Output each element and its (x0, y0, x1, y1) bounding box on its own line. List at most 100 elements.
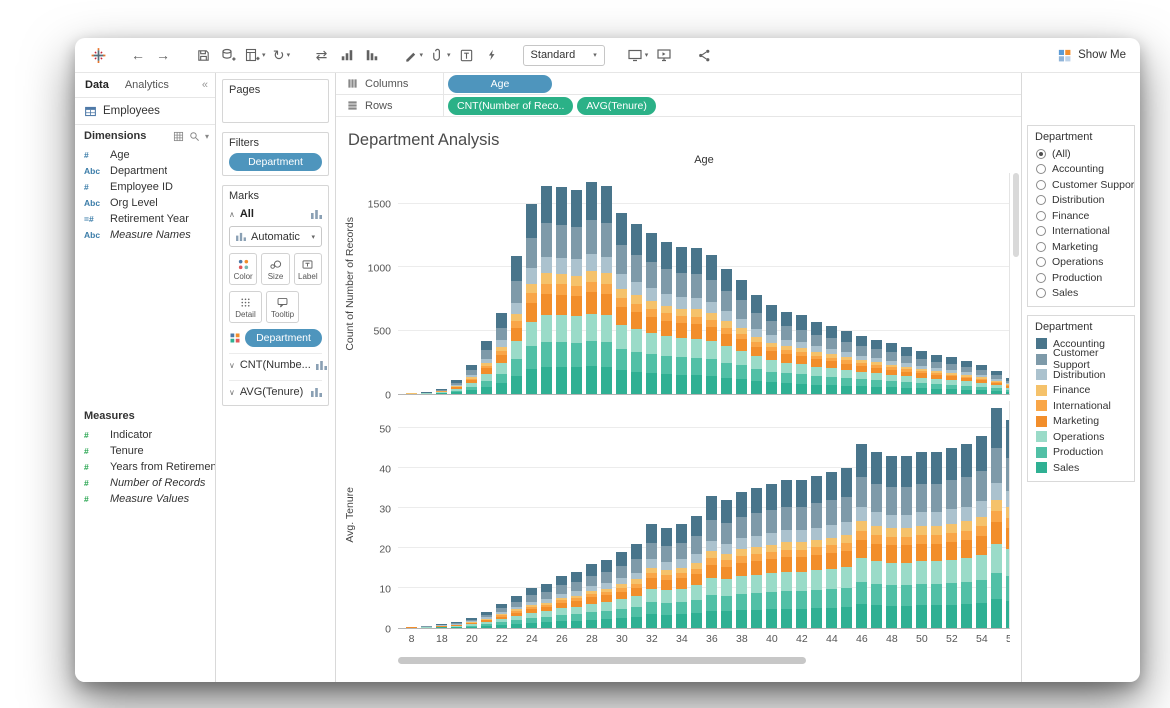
segment-marketing[interactable] (571, 296, 582, 316)
segment-international[interactable] (751, 554, 762, 561)
bar-age-37[interactable] (721, 269, 732, 395)
segment-distribution[interactable] (661, 562, 672, 570)
segment-distribution[interactable] (736, 538, 747, 549)
bar-age-49[interactable] (901, 456, 912, 628)
size-button[interactable]: Size (261, 253, 289, 285)
segment-sales[interactable] (526, 369, 537, 394)
segment-production[interactable] (781, 373, 792, 383)
segment-operations[interactable] (646, 333, 657, 354)
marks-measure-card-cnt[interactable]: ∨ CNT(Numbe... (229, 353, 322, 374)
field-employee-id[interactable]: #Employee ID (75, 179, 215, 195)
segment-sales[interactable] (691, 613, 702, 628)
refresh-icon[interactable]: ↻▾ (273, 45, 291, 65)
segment-sales[interactable] (976, 603, 987, 628)
segment-marketing[interactable] (766, 559, 777, 573)
filter-option-finance[interactable]: Finance (1028, 208, 1134, 224)
segment-distribution[interactable] (706, 541, 717, 552)
segment-operations[interactable] (691, 585, 702, 600)
chart-count-of-records[interactable]: Count of Number of Records050010001500 (342, 173, 1010, 395)
segment-customer-support[interactable] (481, 350, 492, 359)
radio-selected-icon[interactable] (1036, 149, 1046, 159)
segment-customer-support[interactable] (856, 477, 867, 506)
segment-finance[interactable] (556, 274, 567, 284)
segment-accounting[interactable] (631, 224, 642, 255)
bar-age-30[interactable] (616, 213, 627, 394)
bar-age-38[interactable] (736, 492, 747, 628)
segment-customer-support[interactable] (886, 487, 897, 515)
bar-age-18[interactable] (436, 624, 447, 628)
segment-accounting[interactable] (751, 488, 762, 513)
bar-age-52[interactable] (946, 357, 957, 394)
segment-distribution[interactable] (676, 559, 687, 567)
segment-production[interactable] (991, 573, 1002, 599)
bar-age-27[interactable] (571, 572, 582, 628)
segment-accounting[interactable] (841, 331, 852, 342)
segment-accounting[interactable] (976, 436, 987, 471)
segment-international[interactable] (946, 533, 957, 542)
segment-customer-support[interactable] (661, 546, 672, 562)
tableau-logo-icon[interactable] (89, 45, 107, 65)
segment-finance[interactable] (976, 517, 987, 527)
segment-operations[interactable] (526, 322, 537, 347)
segment-operations[interactable] (676, 589, 687, 603)
segment-production[interactable] (646, 354, 657, 373)
segment-operations[interactable] (991, 544, 1002, 573)
segment-marketing[interactable] (586, 292, 597, 313)
add-data-source-icon[interactable] (219, 45, 237, 65)
segment-production[interactable] (676, 602, 687, 614)
segment-accounting[interactable] (841, 468, 852, 497)
filter-option-operations[interactable]: Operations (1028, 255, 1134, 271)
segment-production[interactable] (856, 582, 867, 604)
segment-customer-support[interactable] (736, 517, 747, 539)
segment-marketing[interactable] (976, 536, 987, 555)
segment-customer-support[interactable] (886, 352, 897, 360)
segment-distribution[interactable] (1006, 491, 1010, 508)
view-data-grid-icon[interactable] (173, 131, 184, 142)
segment-accounting[interactable] (661, 528, 672, 546)
segment-customer-support[interactable] (901, 487, 912, 515)
segment-customer-support[interactable] (991, 448, 1002, 483)
segment-production[interactable] (691, 600, 702, 613)
segment-finance[interactable] (706, 551, 717, 558)
segment-finance[interactable] (541, 273, 552, 283)
segment-production[interactable] (496, 374, 507, 384)
segment-sales[interactable] (736, 379, 747, 394)
bar-age-54[interactable] (976, 436, 987, 628)
segment-customer-support[interactable] (931, 484, 942, 512)
bar-age-39[interactable] (751, 295, 762, 394)
horizontal-scrollbar[interactable] (398, 657, 806, 664)
segment-marketing[interactable] (721, 567, 732, 580)
bar-age-20[interactable] (466, 365, 477, 394)
segment-production[interactable] (706, 595, 717, 611)
segment-finance[interactable] (931, 526, 942, 535)
segment-operations[interactable] (586, 314, 597, 342)
segment-distribution[interactable] (886, 515, 897, 529)
segment-accounting[interactable] (826, 472, 837, 500)
segment-production[interactable] (961, 582, 972, 604)
bar-age-26[interactable] (556, 576, 567, 628)
segment-distribution[interactable] (826, 525, 837, 537)
segment-finance[interactable] (586, 271, 597, 282)
segment-sales[interactable] (766, 609, 777, 628)
segment-customer-support[interactable] (856, 346, 867, 355)
segment-accounting[interactable] (991, 408, 1002, 448)
segment-distribution[interactable] (871, 512, 882, 526)
segment-marketing[interactable] (766, 351, 777, 360)
segment-accounting[interactable] (691, 516, 702, 536)
bar-age-52[interactable] (946, 448, 957, 628)
segment-customer-support[interactable] (916, 359, 927, 366)
bar-age-44[interactable] (826, 326, 837, 394)
tooltip-button[interactable]: Tooltip (266, 291, 299, 323)
segment-accounting[interactable] (766, 484, 777, 510)
segment-sales[interactable] (856, 386, 867, 394)
segment-distribution[interactable] (811, 528, 822, 540)
segment-production[interactable] (886, 585, 897, 606)
segment-operations[interactable] (541, 315, 552, 342)
tab-analytics[interactable]: Analytics (125, 79, 169, 91)
segment-operations[interactable] (901, 563, 912, 585)
pill-age[interactable]: Age (448, 75, 552, 93)
segment-sales[interactable] (616, 618, 627, 628)
segment-finance[interactable] (631, 295, 642, 303)
segment-accounting[interactable] (676, 247, 687, 273)
segment-customer-support[interactable] (736, 300, 747, 318)
